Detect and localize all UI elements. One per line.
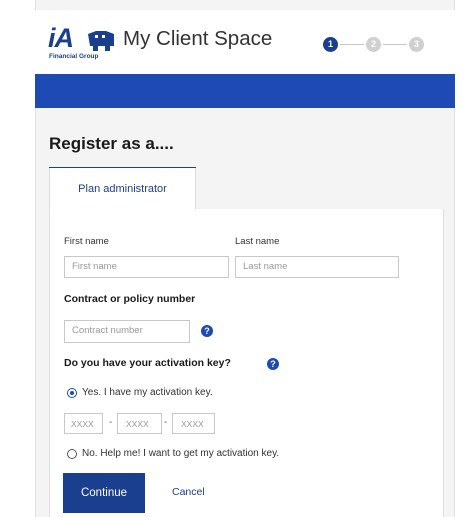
cancel-link[interactable]: Cancel [172,486,205,498]
radio-has-key[interactable] [67,388,77,398]
first-name-label: First name [64,236,109,247]
page-title: Register as a.... [49,134,174,153]
last-name-label: Last name [235,236,280,247]
key-separator: - [164,417,168,428]
company-logo[interactable]: iA Financial Group [48,24,118,64]
logo-subtitle: Financial Group [49,53,99,60]
first-name-field[interactable]: First name [64,256,229,278]
logo-wordmark: iA [48,23,74,53]
step-connector [383,44,407,45]
contract-number-field[interactable]: Contract number [64,320,190,343]
radio-no-key[interactable] [67,449,77,459]
header-banner [35,74,455,108]
question-circle-icon[interactable]: ? [267,358,279,370]
activation-key-part-2[interactable]: XXXX [117,413,162,434]
elephant-logo-icon [88,31,114,51]
step-2: 2 [366,37,381,52]
radio-has-key-label[interactable]: Yes. I have my activation key. [82,387,213,398]
step-1: 1 [323,37,338,52]
last-name-field[interactable]: Last name [235,256,399,278]
progress-stepper: 1 2 3 [323,37,448,53]
activation-question: Do you have your activation key? [64,357,231,369]
key-separator: - [109,417,113,428]
continue-button[interactable]: Continue [63,473,145,513]
radio-no-key-label[interactable]: No. Help me! I want to get my activation… [82,448,279,459]
step-connector [340,44,364,45]
step-3: 3 [409,37,424,52]
tab-plan-administrator[interactable]: Plan administrator [49,168,196,210]
activation-key-part-1[interactable]: XXXX [64,413,103,434]
app-header: iA Financial Group My Client Space 1 2 3 [35,10,455,74]
app-title: My Client Space [123,27,273,50]
question-circle-icon[interactable]: ? [201,325,213,337]
contract-label: Contract or policy number [64,293,196,305]
activation-key-part-3[interactable]: XXXX [172,413,215,434]
